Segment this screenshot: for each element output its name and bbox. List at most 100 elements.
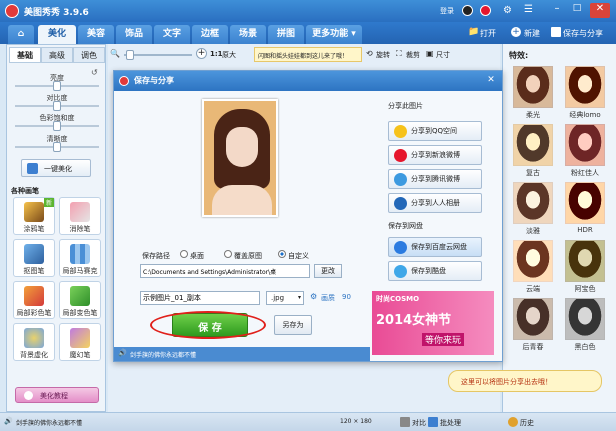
chevron-down-icon: ▾ — [297, 294, 301, 301]
tab-beauty[interactable]: 美容 — [78, 25, 114, 44]
tool-mosaic[interactable]: 局部马赛克 — [59, 239, 101, 277]
share-sina-button[interactable]: 分享到新浪微博 — [388, 145, 482, 165]
weibo-icon[interactable] — [480, 5, 491, 16]
radio-overwrite[interactable] — [224, 250, 232, 258]
brightness-slider[interactable] — [15, 81, 99, 91]
path-input[interactable] — [140, 264, 310, 278]
radio-custom-label[interactable]: 自定义 — [288, 251, 309, 261]
history-icon — [508, 417, 518, 427]
zoom-knob[interactable] — [126, 50, 134, 60]
effect-soft-light[interactable]: 柔光 — [508, 66, 558, 120]
share-renren-button[interactable]: 分享到人人相册 — [388, 193, 482, 213]
qq-icon[interactable] — [462, 5, 473, 16]
resize-button[interactable]: 尺寸 — [436, 50, 450, 60]
new-badge: 新 — [43, 198, 54, 207]
save-baidu-button[interactable]: 保存到百度云网盘 — [388, 237, 482, 257]
rotate-button[interactable]: 旋转 — [376, 50, 390, 60]
save-share-button[interactable]: 保存与分享 — [563, 28, 603, 39]
effect-lomo[interactable]: 经典lomo — [560, 66, 610, 120]
save-kupan-button[interactable]: 保存到酷盘 — [388, 261, 482, 281]
tab-scene[interactable]: 场景 — [230, 25, 266, 44]
effect-youth[interactable]: 后青春 — [508, 298, 558, 352]
ad-banner[interactable]: 时尚COSMO 2014女神节 等你来玩 — [372, 291, 494, 355]
dialog-close-icon[interactable]: ✕ — [484, 74, 498, 87]
tab-home[interactable]: ⌂ — [8, 25, 34, 44]
app-logo-icon — [5, 4, 19, 18]
share-tencent-button[interactable]: 分享到腾讯微博 — [388, 169, 482, 189]
history-button[interactable]: 历史 — [520, 418, 534, 428]
zoom-slider[interactable] — [124, 50, 192, 60]
tool-blur-bg[interactable]: 背景虚化 — [13, 323, 55, 361]
tool-recolor[interactable]: 局部变色笔 — [59, 281, 101, 319]
saturation-slider[interactable] — [15, 121, 99, 131]
effects-panel: 特效: 柔光 经典lomo 复古 粉红佳人 淡雅 HDR 云端 阿宝色 后青春 … — [502, 44, 616, 412]
sharpness-slider[interactable] — [15, 142, 99, 152]
effect-retro[interactable]: 复古 — [508, 124, 558, 178]
login-link[interactable]: 登录 — [440, 6, 454, 16]
tab-beautify[interactable]: 美化 — [38, 25, 76, 44]
auto-beautify-label: 一键美化 — [44, 165, 72, 173]
batch-button[interactable]: 批处理 — [440, 418, 461, 428]
close-icon[interactable]: ✕ — [590, 3, 610, 18]
sharpness-knob[interactable] — [53, 142, 61, 152]
open-button[interactable]: 打开 — [480, 28, 496, 39]
image-dimensions: 120 × 180 — [340, 418, 372, 425]
settings-icon[interactable]: ⚙ — [503, 5, 515, 17]
zoom-icon: 🔍 — [110, 49, 120, 58]
original-size-button[interactable]: 原大 — [222, 50, 236, 60]
contrast-slider[interactable] — [15, 101, 99, 111]
tab-text[interactable]: 文字 — [154, 25, 190, 44]
effect-hdr[interactable]: HDR — [560, 182, 610, 234]
brightness-knob[interactable] — [53, 81, 61, 91]
crop-icon: ⛶ — [396, 49, 402, 58]
left-tab-advanced[interactable]: 高级 — [41, 47, 73, 63]
compare-button[interactable]: 对比 — [412, 418, 426, 428]
left-tab-color[interactable]: 调色 — [73, 47, 105, 63]
new-button[interactable]: 新建 — [524, 28, 540, 39]
effect-cloud[interactable]: 云端 — [508, 240, 558, 294]
radio-custom[interactable] — [278, 250, 286, 258]
crop-button[interactable]: 裁剪 — [406, 50, 420, 60]
menu-icon[interactable]: ☰ — [524, 4, 533, 15]
dialog-logo-icon — [119, 76, 129, 86]
extension-select[interactable]: .jpg ▾ — [266, 291, 304, 305]
radio-desktop-label[interactable]: 桌面 — [190, 251, 204, 261]
extension-value: .jpg — [271, 294, 285, 302]
tool-magic[interactable]: 魔幻笔 — [59, 323, 101, 361]
photo-shoulders — [212, 185, 272, 215]
tab-puzzle[interactable]: 拼图 — [268, 25, 304, 44]
change-path-button[interactable]: 更改 — [314, 264, 342, 278]
tool-cutout[interactable]: 抠图笔 — [13, 239, 55, 277]
save-share-dialog: 保存与分享 ✕ 保存路径 桌面 覆盖原图 自定义 更改 .jpg ▾ ⚙ 画质 … — [113, 70, 503, 362]
tool-partial-color[interactable]: 局部彩色笔 — [13, 281, 55, 319]
saturation-knob[interactable] — [53, 121, 61, 131]
effect-elegant[interactable]: 淡雅 — [508, 182, 558, 236]
effect-bw[interactable]: 黑白色 — [560, 298, 610, 352]
quality-gear-icon[interactable]: ⚙ — [310, 292, 317, 301]
renren-icon — [394, 197, 407, 210]
auto-beautify-button[interactable]: 一键美化 — [21, 159, 91, 177]
maximize-icon[interactable]: □ — [568, 3, 586, 18]
open-icon: 📁 — [468, 27, 480, 37]
tool-doodle[interactable]: 涂鸦笔 新 — [13, 197, 55, 235]
filename-input[interactable] — [140, 291, 260, 305]
save-as-button[interactable]: 另存为 — [274, 315, 312, 335]
share-qzone-button[interactable]: 分享到QQ空间 — [388, 121, 482, 141]
zoom-in-icon[interactable]: + — [196, 48, 207, 59]
tutorial-button[interactable]: 美化教程 — [15, 387, 99, 403]
effect-abao[interactable]: 阿宝色 — [560, 240, 610, 294]
quality-label[interactable]: 画质 — [321, 293, 335, 303]
zoom-ratio[interactable]: 1:1 — [210, 50, 223, 58]
tool-eraser[interactable]: 消除笔 — [59, 197, 101, 235]
notice-banner[interactable]: 闪图和摇头娃娃都到这儿来了哦！ — [254, 47, 362, 62]
effect-pink[interactable]: 粉红佳人 — [560, 124, 610, 178]
tab-frame[interactable]: 边框 — [192, 25, 228, 44]
radio-overwrite-label[interactable]: 覆盖原图 — [234, 251, 262, 261]
tab-accessories[interactable]: 饰品 — [116, 25, 152, 44]
tab-more[interactable]: 更多功能 ▾ — [306, 25, 362, 44]
title-bar: 美图秀秀 3.9.6 登录 ⚙ ☰ – □ ✕ — [0, 0, 616, 22]
left-tab-basic[interactable]: 基础 — [9, 47, 41, 63]
minimize-icon[interactable]: – — [548, 3, 566, 18]
contrast-knob[interactable] — [53, 101, 61, 111]
radio-desktop[interactable] — [180, 250, 188, 258]
